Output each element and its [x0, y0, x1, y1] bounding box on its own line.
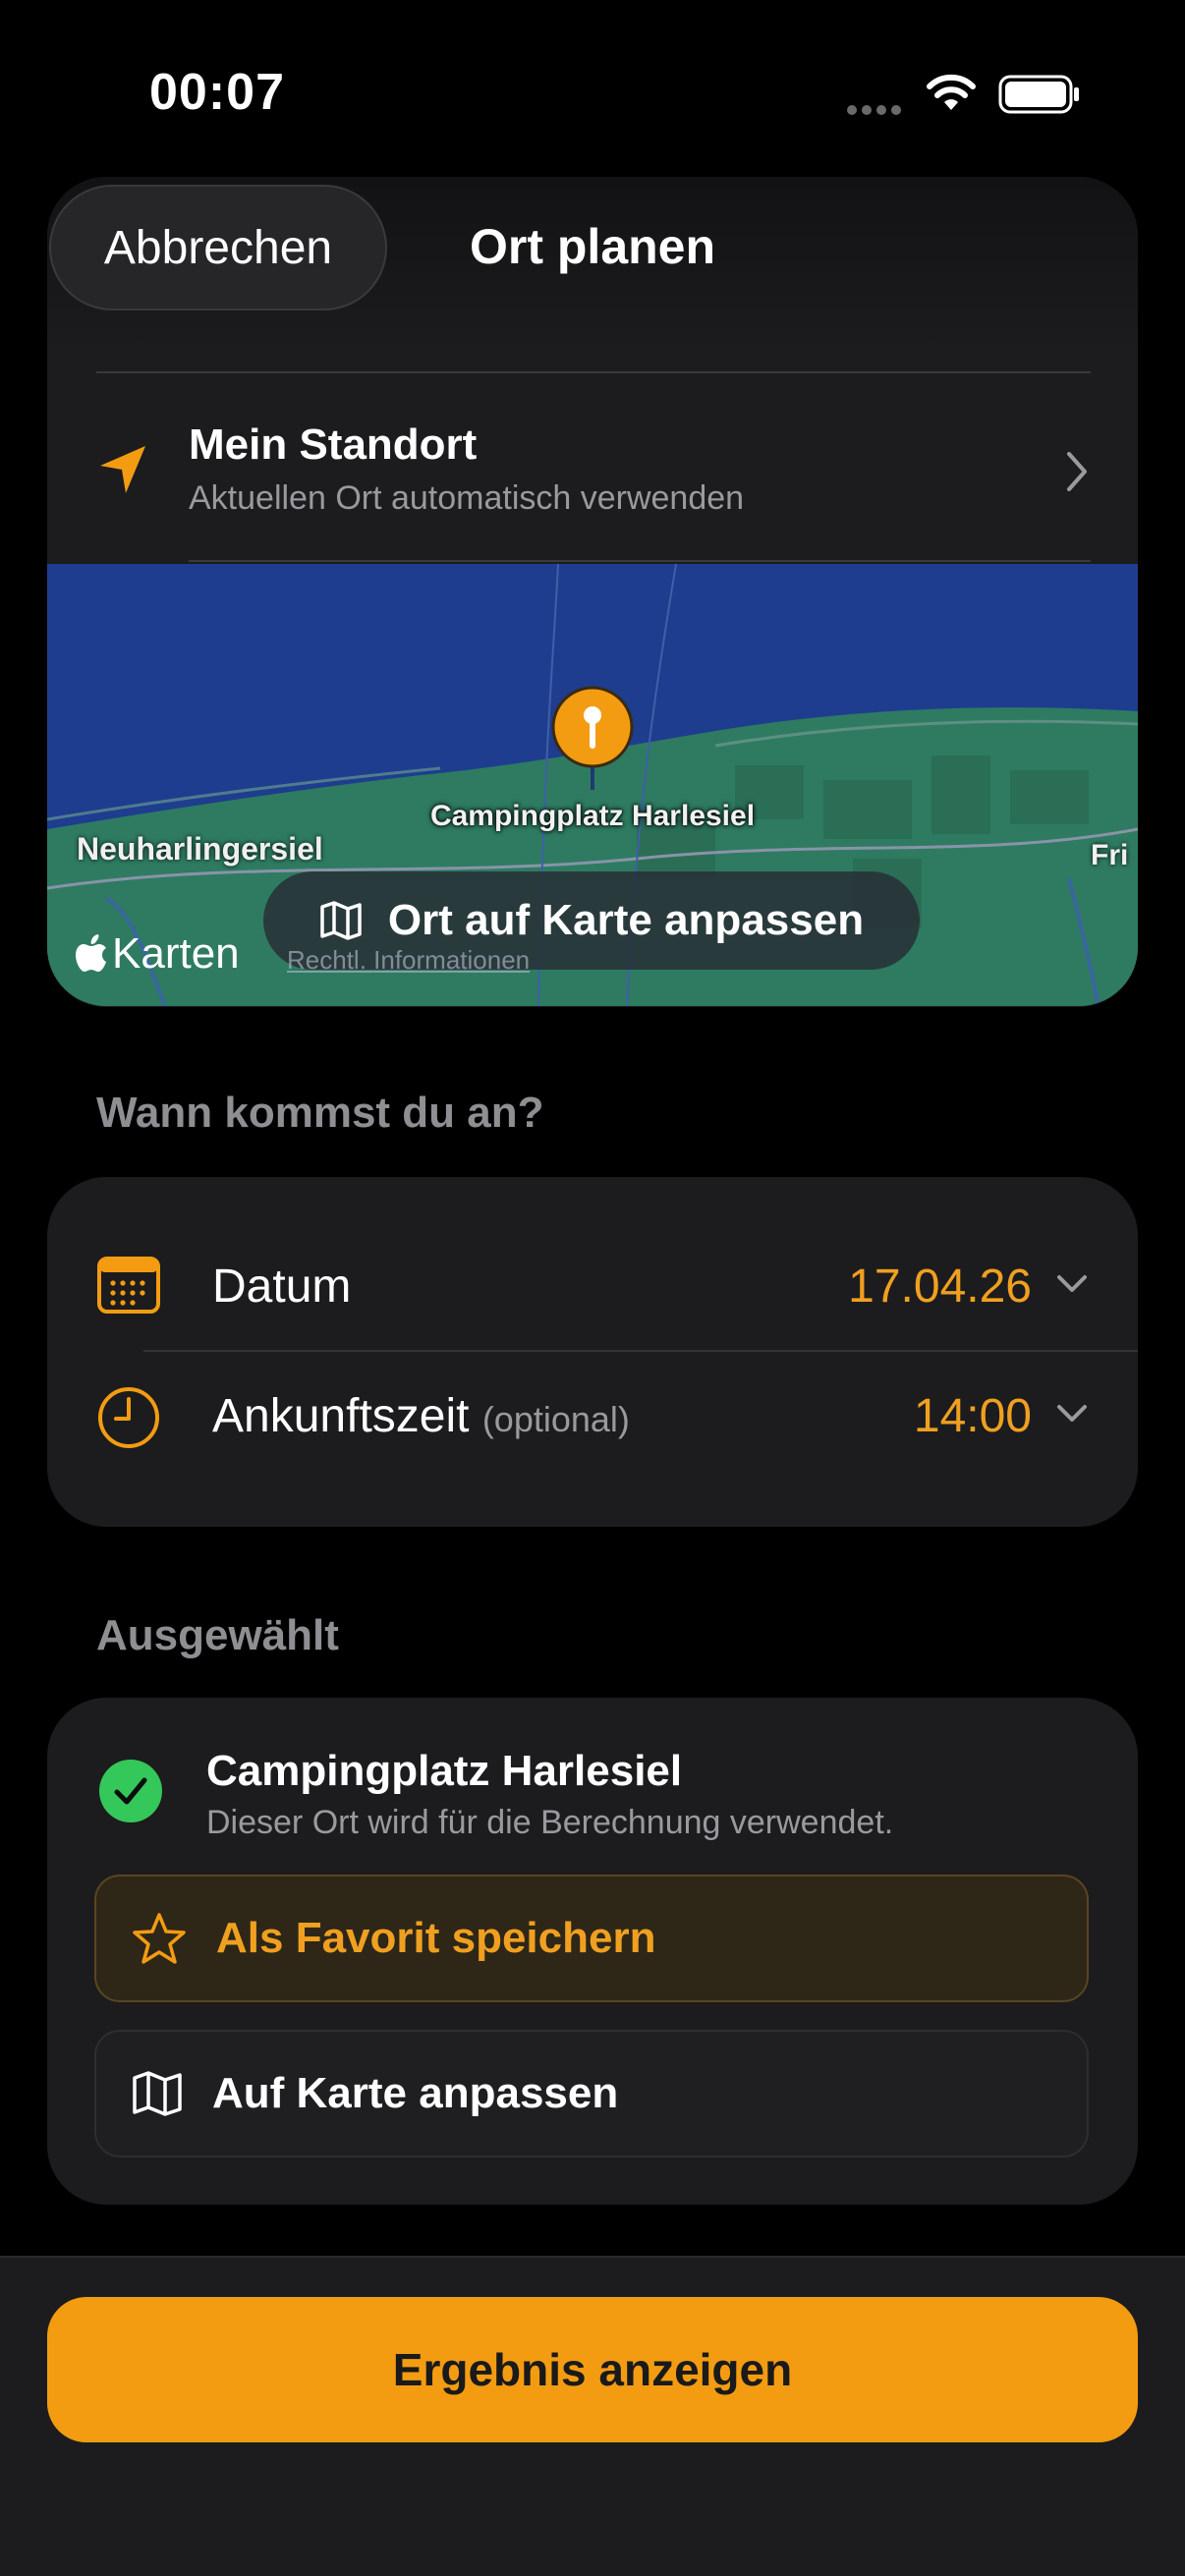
clock-icon — [98, 1387, 159, 1448]
status-bar: 00:07 — [0, 0, 1185, 187]
arrival-card: Datum 17.04.26 Ankunftszeit (optional) 1… — [47, 1177, 1138, 1527]
maps-logo: Karten — [75, 929, 240, 979]
status-time: 00:07 — [149, 64, 285, 121]
my-location-subtitle: Aktuellen Ort automatisch verwenden — [189, 479, 745, 517]
save-favorite-label: Als Favorit speichern — [216, 1914, 656, 1962]
checkmark-circle-icon — [99, 1760, 162, 1822]
map-icon — [320, 901, 362, 940]
selected-place-subtitle: Dieser Ort wird für die Berechnung verwe… — [206, 1804, 894, 1841]
location-arrow-icon — [100, 446, 145, 493]
map-pin-icon — [551, 686, 634, 790]
legal-info-link[interactable]: Rechtl. Informationen — [287, 945, 530, 976]
selected-section-label: Ausgewählt — [96, 1611, 339, 1659]
date-label: Datum — [212, 1260, 352, 1313]
arrival-time-label-text: Ankunftszeit — [212, 1390, 470, 1442]
map-town-label: Fri — [1091, 839, 1129, 871]
date-row[interactable]: Datum 17.04.26 — [47, 1222, 1138, 1352]
map-place-label: Campingplatz Harlesiel — [429, 800, 756, 832]
chevron-down-icon — [1057, 1275, 1087, 1292]
calendar-icon — [97, 1257, 160, 1314]
star-icon — [132, 1912, 187, 1965]
optional-hint: (optional) — [481, 1399, 630, 1439]
adjust-map-button[interactable]: Auf Karte anpassen — [94, 2030, 1089, 2157]
battery-icon — [998, 75, 1079, 114]
cancel-button[interactable]: Abbrechen — [49, 185, 387, 310]
show-result-button[interactable]: Ergebnis anzeigen — [47, 2297, 1138, 2442]
adjust-on-map-label: Ort auf Karte anpassen — [387, 896, 865, 944]
map-town-label: Neuharlingersiel — [77, 831, 323, 867]
divider — [96, 371, 1091, 373]
apple-logo-icon — [76, 934, 106, 972]
selected-place-title: Campingplatz Harlesiel — [206, 1747, 683, 1795]
date-value: 17.04.26 — [848, 1260, 1032, 1313]
wifi-icon — [927, 74, 976, 110]
sheet-title: Ort planen — [470, 219, 716, 274]
chevron-down-icon — [1057, 1405, 1087, 1422]
map-preview[interactable]: Campingplatz Harlesiel Neuharlingersiel … — [47, 564, 1138, 1006]
bottom-action-bar: Ergebnis anzeigen — [0, 2256, 1185, 2576]
arrival-section-label: Wann kommst du an? — [96, 1089, 544, 1137]
adjust-map-label: Auf Karte anpassen — [212, 2069, 619, 2117]
chevron-right-icon — [1067, 452, 1087, 491]
signal-dots-icon — [847, 102, 906, 116]
map-icon — [132, 2071, 183, 2116]
arrival-time-value: 14:00 — [913, 1390, 1032, 1442]
selected-card: Campingplatz Harlesiel Dieser Ort wird f… — [47, 1698, 1138, 2205]
my-location-title: Mein Standort — [189, 420, 478, 469]
divider — [189, 560, 1091, 562]
save-favorite-button[interactable]: Als Favorit speichern — [94, 1875, 1089, 2002]
arrival-time-row[interactable]: Ankunftszeit (optional) 14:00 — [47, 1354, 1138, 1484]
divider — [143, 1350, 1138, 1352]
maps-logo-text: Karten — [112, 929, 240, 978]
my-location-row[interactable]: Mein Standort Aktuellen Ort automatisch … — [47, 393, 1138, 560]
arrival-time-label: Ankunftszeit (optional) — [212, 1389, 630, 1443]
